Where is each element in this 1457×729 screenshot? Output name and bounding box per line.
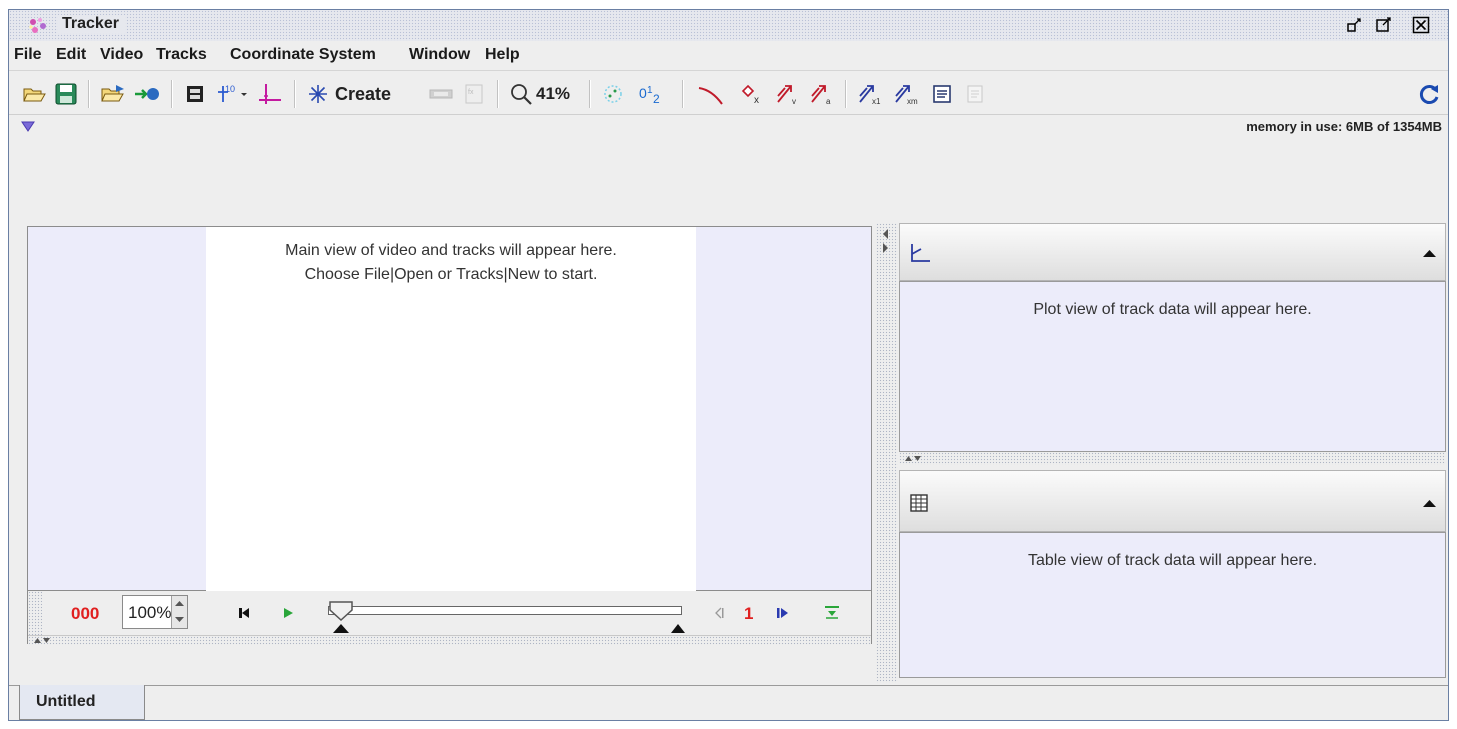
axes-icon[interactable] — [257, 82, 283, 106]
close-icon[interactable] — [1412, 16, 1430, 34]
model-builder-icon[interactable]: fx — [462, 82, 486, 106]
svg-text:a: a — [826, 97, 831, 106]
svg-text:x: x — [754, 95, 759, 106]
open-video-icon[interactable] — [100, 82, 126, 106]
svg-text:10: 10 — [225, 84, 235, 94]
splitter-collapse-icon[interactable] — [882, 229, 889, 255]
memory-status: memory in use: 6MB of 1354MB — [1246, 119, 1442, 134]
right-panel: Plot view of track data will appear here… — [899, 223, 1448, 678]
toolbar: 10 Create fx 41% 012 x v a x1 xm — [9, 72, 1448, 115]
svg-text:fx: fx — [468, 89, 474, 96]
frame-slider[interactable] — [328, 600, 685, 634]
create-track-icon — [309, 85, 327, 103]
menu-tracks[interactable]: Tracks — [156, 46, 207, 64]
video-player: 000 100% 1 — [27, 591, 872, 645]
main-view-line-1: Main view of video and tracks will appea… — [285, 242, 617, 259]
title-bar[interactable]: Tracker — [9, 10, 1448, 41]
splitter-arrows-icon[interactable] — [34, 637, 50, 644]
video-area: Main view of video and tracks will appea… — [206, 227, 696, 591]
right-splitter-arrows-icon[interactable] — [905, 455, 921, 462]
import-icon[interactable] — [134, 82, 160, 106]
frame-counter[interactable]: 000 — [71, 604, 99, 624]
track-control-icon[interactable] — [428, 82, 454, 106]
vertical-splitter[interactable] — [876, 223, 898, 683]
clip-settings-icon[interactable] — [184, 82, 206, 106]
plot-view-collapse-icon[interactable] — [1423, 249, 1436, 258]
menu-bar: File Edit Video Tracks Coordinate System… — [9, 41, 1448, 71]
spinner-up-icon[interactable] — [175, 600, 184, 607]
main-splitter[interactable] — [28, 635, 871, 645]
right-splitter[interactable] — [899, 452, 1446, 465]
tab-bar: Untitled — [9, 685, 1448, 720]
create-track-label: Create — [335, 83, 392, 104]
tracker-app-icon — [29, 18, 46, 33]
step-back-icon[interactable] — [713, 607, 725, 619]
svg-text:xm: xm — [907, 97, 918, 106]
zoom-spinner[interactable]: 100% — [122, 595, 188, 629]
table-view-message: Table view of track data will appear her… — [1027, 552, 1318, 569]
restore-icon[interactable] — [1346, 16, 1364, 34]
svg-text:2: 2 — [653, 92, 660, 106]
svg-text:x1: x1 — [872, 97, 881, 106]
refresh-icon[interactable] — [1417, 82, 1441, 106]
plot-view-header[interactable] — [899, 223, 1446, 281]
maximize-icon[interactable] — [1375, 16, 1393, 34]
menu-help[interactable]: Help — [485, 46, 520, 64]
main-view[interactable]: Main view of video and tracks will appea… — [27, 226, 872, 591]
info-icon[interactable] — [964, 82, 986, 106]
autotracker-icon[interactable] — [601, 82, 625, 106]
create-track-button[interactable]: Create — [307, 82, 417, 106]
tracker-window: Tracker File Edit Video Tracks Coordinat… — [8, 9, 1449, 721]
notes-icon[interactable] — [931, 82, 953, 106]
tab-untitled-label: Untitled — [36, 693, 96, 710]
loop-icon[interactable] — [823, 604, 841, 620]
end-marker-icon[interactable] — [671, 622, 685, 633]
trails-icon[interactable] — [696, 82, 726, 106]
table-icon[interactable] — [909, 493, 929, 513]
menu-file[interactable]: File — [14, 46, 42, 64]
menu-coordinate-system[interactable]: Coordinate System — [230, 46, 376, 64]
slider-thumb-icon[interactable] — [328, 600, 354, 634]
spinner-down-icon[interactable] — [175, 616, 184, 623]
menu-edit[interactable]: Edit — [56, 46, 86, 64]
table-view-collapse-icon[interactable] — [1423, 499, 1436, 508]
table-view-header[interactable] — [899, 470, 1446, 532]
save-icon[interactable] — [54, 82, 78, 106]
center-of-mass-icon[interactable]: xm — [893, 82, 923, 106]
zoom-icon[interactable] — [509, 82, 533, 106]
acceleration-icon[interactable]: a — [809, 82, 835, 106]
zoom-level[interactable]: 41% — [536, 82, 570, 106]
position-icon[interactable]: x — [739, 82, 767, 106]
menu-video[interactable]: Video — [100, 46, 143, 64]
table-view[interactable]: Table view of track data will appear her… — [899, 532, 1446, 678]
plot-view-message: Plot view of track data will appear here… — [1033, 301, 1312, 318]
tab-untitled[interactable]: Untitled — [19, 685, 145, 720]
play-icon[interactable] — [281, 606, 295, 620]
player-grip[interactable] — [28, 591, 42, 635]
main-view-message: Main view of video and tracks will appea… — [206, 239, 696, 287]
go-to-start-icon[interactable] — [237, 606, 251, 620]
data-builder-icon[interactable]: 0 12 — [637, 82, 669, 106]
open-folder-icon[interactable] — [22, 82, 46, 106]
plot-view[interactable]: Plot view of track data will appear here… — [899, 281, 1446, 452]
main-view-line-2: Choose File|Open or Tracks|New to start. — [304, 266, 598, 283]
expand-triangle-icon[interactable] — [21, 120, 35, 132]
step-size[interactable]: 1 — [744, 604, 753, 624]
status-row: memory in use: 6MB of 1354MB — [9, 116, 1448, 138]
velocity-icon[interactable]: v — [775, 82, 801, 106]
svg-text:0: 0 — [639, 85, 647, 101]
calibration-tools-icon[interactable]: 10 — [215, 82, 249, 106]
vector-sum-icon[interactable]: x1 — [857, 82, 885, 106]
menu-window[interactable]: Window — [409, 46, 470, 64]
zoom-value[interactable]: 100% — [128, 603, 171, 623]
plot-icon[interactable] — [909, 242, 931, 264]
step-forward-icon[interactable] — [776, 606, 790, 620]
window-title: Tracker — [58, 15, 125, 33]
svg-text:v: v — [792, 97, 796, 106]
